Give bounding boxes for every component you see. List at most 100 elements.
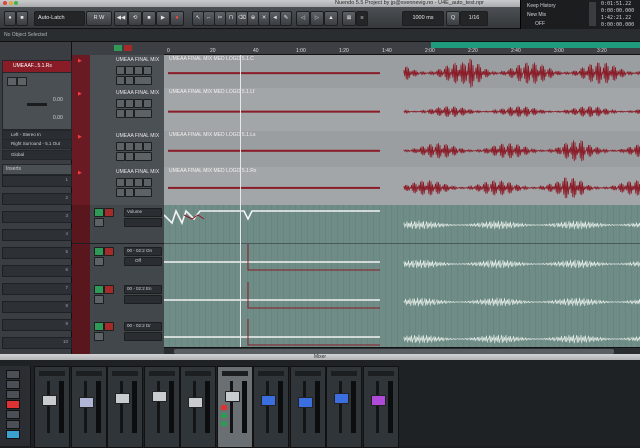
mute-button[interactable] xyxy=(116,99,125,108)
activate-project-button[interactable]: ● xyxy=(4,11,16,26)
insert-slot[interactable]: 6 xyxy=(2,265,72,277)
timeline-ruler[interactable]: 0 20 40 1:00 1:20 1:40 2:00 2:20 2:40 3:00 3:20 xyxy=(164,42,640,55)
automation-mode-select[interactable]: Auto-Latch xyxy=(34,11,85,26)
solo-button[interactable] xyxy=(125,66,134,75)
channel-pan-knob[interactable] xyxy=(258,371,284,376)
record-arm-icon[interactable]: ▶ xyxy=(78,170,82,176)
volume-fader[interactable] xyxy=(42,395,57,406)
inspector-volume-slider[interactable] xyxy=(27,103,47,106)
volume-fader[interactable] xyxy=(115,393,130,404)
automation-track-header[interactable]: 00 - 02:2 En xyxy=(72,282,164,321)
mixer-common-button[interactable] xyxy=(6,420,20,429)
automation-toggle-button[interactable]: R W xyxy=(86,11,112,26)
channel-monitor-button[interactable] xyxy=(220,413,227,418)
automation-write-button[interactable] xyxy=(104,285,114,294)
monitor-button[interactable] xyxy=(116,76,125,85)
lanes-button[interactable] xyxy=(134,188,152,197)
channel-pan-knob[interactable] xyxy=(39,371,65,376)
audio-track-header[interactable]: ▶ UMEAA FINAL MIX xyxy=(72,131,164,168)
automation-param-select[interactable]: 00 - 02:2 Dr xyxy=(124,322,162,331)
automation-lane[interactable] xyxy=(164,282,640,321)
nudge-right-button[interactable]: ▷ xyxy=(310,11,324,26)
audio-track-header[interactable]: ▶ UMEAA FINAL MIX xyxy=(72,88,164,132)
volume-fader[interactable] xyxy=(334,393,349,404)
automation-value[interactable] xyxy=(124,295,162,304)
inspector-mute-button[interactable] xyxy=(7,77,17,86)
mute-button[interactable] xyxy=(116,66,125,75)
tracklist-toggle-red[interactable] xyxy=(124,45,132,51)
read-button[interactable] xyxy=(134,178,143,187)
history-scrollbar[interactable] xyxy=(589,2,596,26)
nudge-value-select[interactable]: 1000 ms xyxy=(402,11,444,26)
mixer-channel-strip[interactable] xyxy=(362,366,399,448)
tracklist-toggle-green[interactable] xyxy=(114,45,122,51)
automation-track-header[interactable]: 00 - 02:2 On Off xyxy=(72,244,164,283)
record-arm-icon[interactable]: ▶ xyxy=(78,58,82,64)
edit-button[interactable] xyxy=(125,109,134,118)
automation-param-select[interactable]: 00 - 02:2 On xyxy=(124,247,162,256)
track-name[interactable]: UMEAA FINAL MIX xyxy=(116,169,159,175)
edit-button[interactable] xyxy=(125,188,134,197)
automation-value[interactable] xyxy=(124,218,162,227)
arrange-window[interactable]: UMEAA FINAL MIX MED LOGO 5.1.C UMEAA FINA… xyxy=(164,42,640,360)
mixer-common-button[interactable] xyxy=(6,390,20,399)
monitor-button[interactable] xyxy=(116,188,125,197)
lanes-button[interactable] xyxy=(134,109,152,118)
solo-button[interactable] xyxy=(125,99,134,108)
stop-button[interactable]: ■ xyxy=(142,11,156,26)
automation-lane[interactable] xyxy=(164,244,640,283)
write-button[interactable] xyxy=(143,99,152,108)
record-arm-icon[interactable]: ▶ xyxy=(78,91,82,97)
record-button[interactable]: ● xyxy=(170,11,184,26)
channel-pan-knob[interactable] xyxy=(75,371,102,376)
solo-button[interactable] xyxy=(125,142,134,151)
channel-pan-knob[interactable] xyxy=(331,371,357,376)
automation-write-button[interactable] xyxy=(104,208,114,217)
volume-fader[interactable] xyxy=(370,395,386,406)
global-section[interactable]: Global xyxy=(2,150,72,160)
volume-fader[interactable] xyxy=(261,395,276,406)
mixer-channel-strip[interactable] xyxy=(107,366,143,448)
inspector-solo-button[interactable] xyxy=(17,77,27,86)
mixer-common-button[interactable] xyxy=(6,400,20,409)
channel-pan-knob[interactable] xyxy=(221,371,248,376)
audio-track-header[interactable]: ▶ UMEAA FINAL MIX xyxy=(72,167,164,206)
mixer-channel-strip[interactable] xyxy=(180,366,216,448)
automation-write-button[interactable] xyxy=(104,247,114,256)
automation-curve[interactable] xyxy=(164,282,640,320)
read-button[interactable] xyxy=(134,99,143,108)
audio-track-header[interactable]: ▶ UMEAA FINAL MIX xyxy=(72,55,164,89)
mixer-channel-strip[interactable] xyxy=(143,366,180,448)
automation-value[interactable] xyxy=(124,332,162,341)
nudge-left-button[interactable]: ◁ xyxy=(296,11,310,26)
rewind-button[interactable]: ◀◀ xyxy=(114,11,128,26)
snap-mode-select[interactable]: ≡ xyxy=(356,11,368,26)
mixer-channel-strip[interactable] xyxy=(289,366,326,448)
channel-pan-knob[interactable] xyxy=(112,371,138,376)
audio-event[interactable]: UMEAA FINAL MIX MED LOGO 5.1.Lf xyxy=(164,88,640,132)
insert-slot[interactable]: 7 xyxy=(2,283,72,295)
automation-track-header[interactable]: Volume xyxy=(72,205,164,244)
read-button[interactable] xyxy=(134,142,143,151)
automation-track-header[interactable]: 00 - 02:2 Dr xyxy=(72,319,164,358)
automation-curve[interactable] xyxy=(164,205,640,243)
volume-fader[interactable] xyxy=(297,397,313,408)
insert-slot[interactable]: 8 xyxy=(2,301,72,313)
automation-mute-button[interactable] xyxy=(94,295,104,304)
mixer-common-button[interactable] xyxy=(6,380,20,389)
volume-fader[interactable] xyxy=(151,391,167,402)
mixer-channel-strip[interactable] xyxy=(326,366,362,448)
monitor-button[interactable] xyxy=(116,109,125,118)
channel-write-button[interactable] xyxy=(220,421,227,426)
mixer-common-button[interactable] xyxy=(6,430,20,439)
insert-slot[interactable]: 1 xyxy=(2,175,72,187)
volume-fader[interactable] xyxy=(188,397,203,408)
cycle-button[interactable]: ⟲ xyxy=(128,11,142,26)
insert-slot[interactable]: 10 xyxy=(2,337,72,349)
automation-write-button[interactable] xyxy=(104,322,114,331)
nudge-up-button[interactable]: ▲ xyxy=(324,11,338,26)
monitor-button[interactable] xyxy=(116,152,125,161)
automation-read-button[interactable] xyxy=(94,247,104,256)
channel-pan-knob[interactable] xyxy=(367,371,394,376)
automation-mute-button[interactable] xyxy=(94,257,104,266)
